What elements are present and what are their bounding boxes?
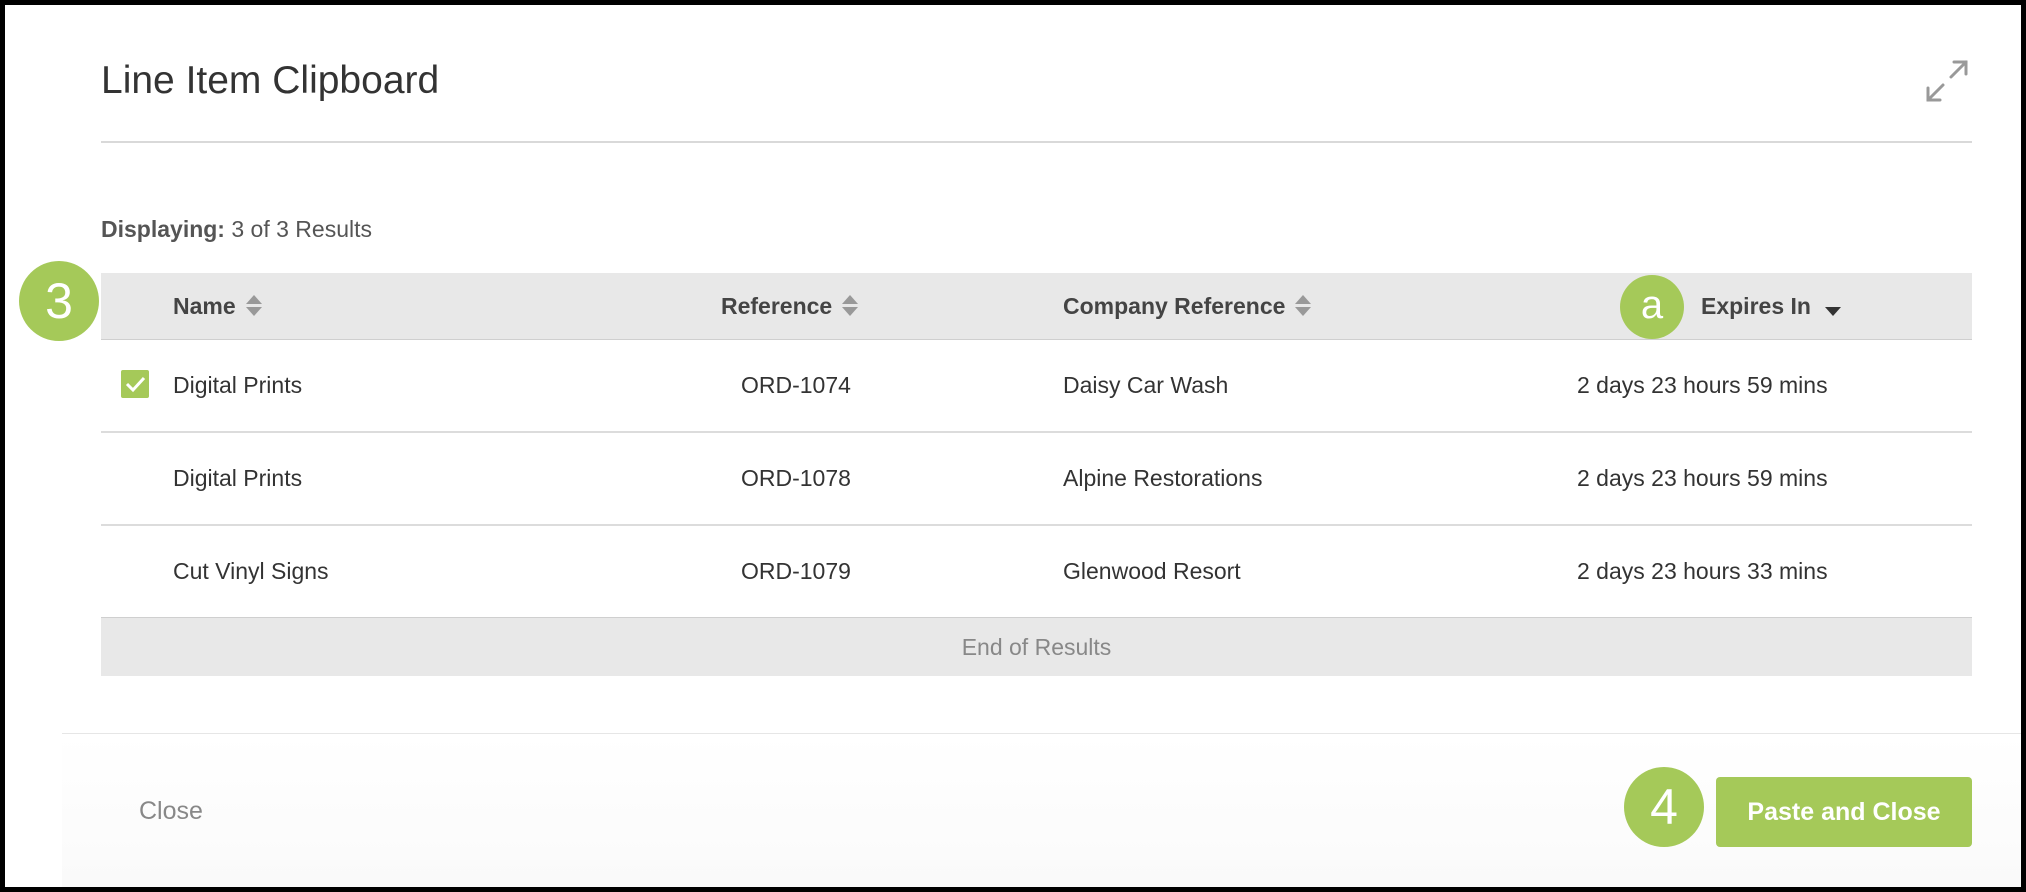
sort-descending-icon bbox=[1824, 306, 1841, 317]
column-header-company-reference[interactable]: Company Reference bbox=[1063, 273, 1312, 339]
row-checkbox-checked[interactable] bbox=[121, 370, 149, 398]
clipboard-table: Name Reference Company Reference Expires… bbox=[101, 273, 1972, 676]
table-row[interactable]: Digital Prints ORD-1074 Daisy Car Wash 2… bbox=[101, 340, 1972, 433]
title-divider bbox=[101, 141, 1972, 143]
cell-company-reference: Daisy Car Wash bbox=[1063, 372, 1229, 398]
table-header: Name Reference Company Reference Expires… bbox=[101, 273, 1972, 340]
cell-name: Digital Prints bbox=[173, 465, 303, 491]
column-header-company-reference-label: Company Reference bbox=[1063, 293, 1286, 319]
expand-arrows-icon[interactable] bbox=[1923, 57, 1971, 105]
paste-and-close-button[interactable]: Paste and Close bbox=[1716, 777, 1972, 847]
table-row[interactable]: Cut Vinyl Signs ORD-1079 Glenwood Resort… bbox=[101, 526, 1972, 617]
sort-icon bbox=[842, 294, 859, 317]
callout-badge-a: a bbox=[1620, 275, 1684, 339]
callout-badge-3: 3 bbox=[19, 261, 99, 341]
column-header-name-label: Name bbox=[173, 293, 236, 319]
checkmark-icon bbox=[125, 376, 146, 393]
sort-icon bbox=[1295, 294, 1312, 317]
cell-company-reference: Glenwood Resort bbox=[1063, 558, 1241, 584]
dialog-title: Line Item Clipboard bbox=[101, 59, 440, 102]
cell-reference: ORD-1078 bbox=[741, 465, 851, 491]
cell-reference: ORD-1079 bbox=[741, 558, 851, 584]
results-count-text: 3 of 3 Results bbox=[231, 216, 372, 242]
column-header-reference-label: Reference bbox=[721, 293, 833, 319]
cell-reference: ORD-1074 bbox=[741, 372, 851, 398]
close-button[interactable]: Close bbox=[139, 797, 203, 826]
line-item-clipboard-dialog: Line Item Clipboard Displaying: 3 of 3 R… bbox=[5, 5, 2021, 887]
results-label: Displaying: bbox=[101, 216, 225, 242]
end-of-results: End of Results bbox=[101, 617, 1972, 676]
cell-name: Digital Prints bbox=[173, 372, 303, 398]
column-header-reference[interactable]: Reference bbox=[721, 273, 859, 339]
cell-company-reference: Alpine Restorations bbox=[1063, 465, 1263, 491]
cell-expires-in: 2 days 23 hours 59 mins bbox=[1577, 372, 1828, 398]
cell-expires-in: 2 days 23 hours 33 mins bbox=[1577, 558, 1828, 584]
column-header-expires-in-label: Expires In bbox=[1701, 293, 1811, 319]
sort-icon bbox=[245, 294, 262, 317]
callout-badge-4: 4 bbox=[1624, 767, 1704, 847]
column-header-name[interactable]: Name bbox=[173, 273, 262, 339]
column-header-expires-in[interactable]: Expires In bbox=[1701, 273, 1841, 339]
table-row[interactable]: Digital Prints ORD-1078 Alpine Restorati… bbox=[101, 433, 1972, 526]
cell-expires-in: 2 days 23 hours 59 mins bbox=[1577, 465, 1828, 491]
cell-name: Cut Vinyl Signs bbox=[173, 558, 329, 584]
results-count: Displaying: 3 of 3 Results bbox=[101, 216, 372, 243]
